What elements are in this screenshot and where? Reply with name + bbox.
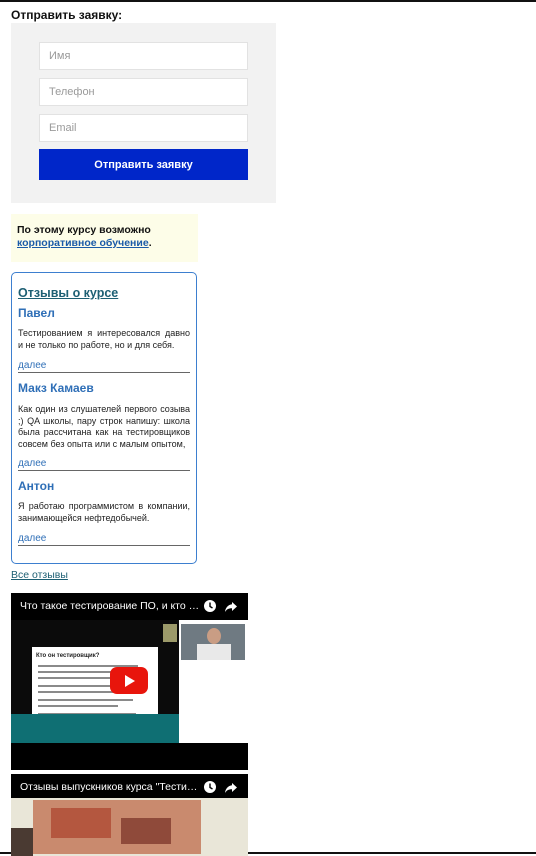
painting-detail (121, 818, 171, 844)
corporate-text: По этому курсу возможно (17, 224, 151, 236)
clock-icon[interactable] (203, 599, 217, 613)
video-title[interactable]: Что такое тестирование ПО, и кто т... (20, 600, 200, 612)
video-player[interactable]: Что такое тестирование ПО, и кто т... Кт… (11, 593, 248, 770)
review-author: Павел (18, 306, 55, 320)
play-icon[interactable] (110, 667, 148, 694)
name-input[interactable] (39, 42, 248, 70)
video-frame (11, 798, 248, 856)
review-more-link[interactable]: далее (18, 360, 190, 373)
review-text: Тестированием я интересовался давно и не… (18, 328, 190, 350)
corporate-suffix: . (148, 237, 152, 249)
clock-icon[interactable] (203, 780, 217, 794)
corporate-training-link[interactable]: корпоративное обучение (17, 237, 149, 249)
form-title: Отправить заявку: (11, 8, 123, 22)
slide-thumb (163, 624, 177, 642)
review-author: Антон (18, 479, 55, 493)
reviews-title-link[interactable]: Отзывы о курсе (18, 286, 118, 300)
corporate-training-notice: По этому курсу возможно корпоративное об… (11, 214, 198, 262)
review-more-link[interactable]: далее (18, 533, 190, 546)
submit-request-button[interactable]: Отправить заявку (39, 149, 248, 180)
review-text: Я работаю программистом в компании, зани… (18, 501, 190, 523)
email-input[interactable] (39, 114, 248, 142)
video-title[interactable]: Отзывы выпускников курса "Тестир... (20, 781, 200, 793)
review-more-link[interactable]: далее (18, 458, 190, 471)
person-silhouette (11, 828, 33, 856)
reviews-panel: Отзывы о курсе Павел Тестированием я инт… (11, 272, 197, 564)
video-frame: Кто он тестировщик? (11, 620, 248, 743)
video-player[interactable]: Отзывы выпускников курса "Тестир... (11, 774, 248, 856)
request-form: Отправить заявку (11, 23, 276, 203)
phone-input[interactable] (39, 78, 248, 106)
slide-heading: Кто он тестировщик? (36, 653, 100, 659)
webcam-thumbnail (181, 624, 245, 660)
all-reviews-link[interactable]: Все отзывы (11, 569, 68, 581)
review-author: Макз Камаев (18, 381, 94, 395)
painting-detail (51, 808, 111, 838)
video-bottom-band (11, 714, 179, 743)
share-icon[interactable] (224, 599, 238, 613)
review-text: Как один из слушателей первого созыва ;)… (18, 404, 190, 449)
share-icon[interactable] (224, 780, 238, 794)
